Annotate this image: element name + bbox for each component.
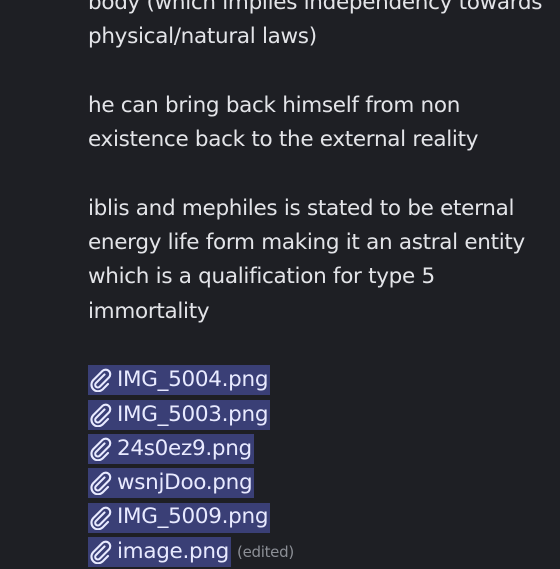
attachment-list: IMG_5004.png IMG_5003.png 24s0ez9.png ws… — [88, 363, 558, 569]
attachment-link[interactable]: image.png (edited) — [88, 535, 558, 569]
attachment-link[interactable]: IMG_5009.png — [88, 500, 558, 534]
attachment-link[interactable]: 24s0ez9.png — [88, 432, 558, 466]
chat-message: body (which implies independency towards… — [88, 0, 558, 569]
paperclip-icon — [88, 506, 114, 530]
paperclip-icon — [88, 437, 114, 461]
paperclip-icon — [88, 403, 114, 427]
attachment-name: IMG_5004.png — [117, 367, 269, 393]
paperclip-icon — [88, 540, 114, 564]
attachment-name: image.png — [117, 538, 230, 564]
attachment-name: IMG_5009.png — [117, 504, 269, 530]
attachment-name: 24s0ez9.png — [117, 435, 252, 461]
attachment-link[interactable]: IMG_5003.png — [88, 398, 558, 432]
message-paragraph: iblis and mephiles is stated to be etern… — [88, 195, 525, 324]
attachment-name: IMG_5003.png — [117, 401, 269, 427]
attachment-link[interactable]: IMG_5004.png — [88, 363, 558, 397]
edited-label: (edited) — [237, 542, 294, 561]
paperclip-icon — [88, 471, 114, 496]
attachment-name: wsnjDoo.png — [117, 470, 253, 496]
paperclip-icon — [88, 368, 114, 393]
attachment-link[interactable]: wsnjDoo.png — [88, 466, 558, 500]
message-paragraph: body (which implies independency towards… — [88, 0, 543, 50]
message-paragraph: he can bring back himself from non exist… — [88, 92, 479, 153]
